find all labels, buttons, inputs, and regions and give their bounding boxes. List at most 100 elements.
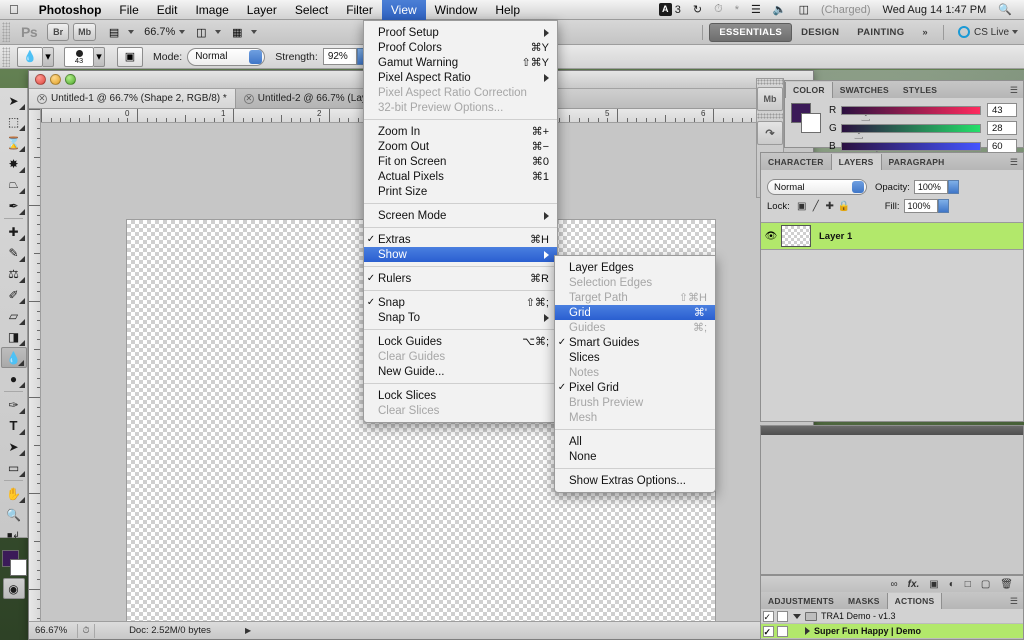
zoom-chevron-down-icon[interactable] [179, 30, 185, 34]
screen-mode-chevron-down-icon[interactable] [251, 30, 257, 34]
view-menu-item-gamut-warning[interactable]: Gamut Warning⇧⌘Y [364, 55, 557, 70]
action-toggle-checkbox[interactable]: ✓ [761, 626, 775, 637]
menu-select[interactable]: Select [286, 0, 337, 20]
chevron-down-icon[interactable] [793, 614, 801, 619]
layer-row[interactable]: 👁 Layer 1 [761, 222, 1023, 250]
fill-chevron-down-icon[interactable] [938, 199, 949, 213]
view-extras-chevron-down-icon[interactable] [128, 30, 134, 34]
green-slider[interactable] [841, 124, 981, 133]
action-set-row[interactable]: ✓ TRA1 Demo - v1.3 [761, 609, 1023, 624]
optionsbar-grip[interactable] [2, 47, 10, 67]
red-value-input[interactable]: 43 [987, 103, 1017, 117]
clone-stamp-tool[interactable]: ⚖ [1, 263, 27, 284]
fill-input[interactable]: 100% [904, 199, 938, 213]
marquee-tool[interactable]: ⬚ [1, 111, 27, 132]
close-icon[interactable]: ✕ [37, 94, 47, 104]
rectangle-tool[interactable]: ▭ [1, 457, 27, 478]
smudge-tool[interactable]: 💧 [1, 347, 27, 368]
battery-icon[interactable]: ◫ [793, 3, 815, 16]
path-selection-tool[interactable]: ➤ [1, 436, 27, 457]
show-submenu-item-grid[interactable]: Grid⌘' [555, 305, 715, 320]
view-menu-item-extras[interactable]: ✓Extras⌘H [364, 232, 557, 247]
show-submenu-item-pixel-grid[interactable]: ✓Pixel Grid [555, 380, 715, 395]
link-layers-icon[interactable]: ∞ [890, 579, 897, 590]
launch-bridge-button[interactable]: Br [47, 23, 69, 41]
brush-chevron-down-icon[interactable]: ▾ [94, 47, 105, 67]
type-tool[interactable]: T [1, 415, 27, 436]
view-menu-item-snap[interactable]: ✓Snap⇧⌘; [364, 295, 557, 310]
color-swatches[interactable] [1, 550, 27, 576]
blend-mode-select[interactable]: Normal [767, 179, 867, 195]
menu-photoshop[interactable]: Photoshop [30, 0, 111, 20]
spot-healing-brush-tool[interactable]: ✚ [1, 221, 27, 242]
lock-all-icon[interactable]: 🔒 [837, 199, 851, 213]
add-mask-icon[interactable]: ▣ [929, 579, 938, 590]
screen-mode-icon[interactable]: ▦ [227, 24, 247, 40]
dock-drag-handle[interactable] [761, 426, 1023, 435]
apple-menu-icon[interactable]:  [0, 3, 30, 16]
view-menu-item-lock-slices[interactable]: Lock Slices [364, 388, 557, 403]
menu-window[interactable]: Window [426, 0, 487, 20]
brush-panel-icon[interactable]: ▣ [117, 47, 143, 67]
view-menu-item-lock-guides[interactable]: Lock Guides⌥⌘; [364, 334, 557, 349]
lock-transparency-icon[interactable]: ▣ [795, 199, 809, 213]
tab-styles[interactable]: STYLES [896, 82, 944, 98]
appbar-zoom-level[interactable]: 66.7% [144, 26, 175, 38]
document-tab-untitled-1[interactable]: ✕ Untitled-1 @ 66.7% (Shape 2, RGB/8) * [29, 89, 236, 108]
tab-layers[interactable]: LAYERS [831, 154, 882, 170]
tab-adjustments[interactable]: ADJUSTMENTS [761, 593, 841, 609]
wifi-icon[interactable]: ☰ [745, 3, 767, 16]
blue-slider[interactable] [841, 142, 981, 151]
tab-actions[interactable]: ACTIONS [887, 593, 943, 609]
opacity-chevron-down-icon[interactable] [948, 180, 959, 194]
show-submenu-item-show-extras-options[interactable]: Show Extras Options... [555, 473, 715, 488]
fx-icon[interactable]: fx. [908, 579, 920, 590]
gradient-tool[interactable]: ◨ [1, 326, 27, 347]
history-panel-icon[interactable]: ↷ [757, 121, 783, 145]
action-row[interactable]: ✓ Super Fun Happy | Demo [761, 624, 1023, 639]
lasso-tool[interactable]: ⌛ [1, 132, 27, 153]
view-menu-item-zoom-in[interactable]: Zoom In⌘+ [364, 124, 557, 139]
view-menu-item-snap-to[interactable]: Snap To [364, 310, 557, 325]
blue-value-input[interactable]: 60 [987, 139, 1017, 153]
menu-image[interactable]: Image [186, 0, 237, 20]
tab-masks[interactable]: MASKS [841, 593, 887, 609]
show-submenu-item-slices[interactable]: Slices [555, 350, 715, 365]
view-menu-item-zoom-out[interactable]: Zoom Out⌘− [364, 139, 557, 154]
menu-file[interactable]: File [110, 0, 147, 20]
lock-position-icon[interactable]: ✚ [823, 199, 837, 213]
show-submenu-item-layer-edges[interactable]: Layer Edges [555, 260, 715, 275]
panel-grip[interactable] [757, 113, 783, 119]
speaker-icon[interactable]: 🔈 [767, 3, 793, 16]
crop-tool[interactable]: ⏢ [1, 174, 27, 195]
pen-tool[interactable]: ✑ [1, 394, 27, 415]
background-color-swatch[interactable] [801, 113, 821, 133]
workspace-painting[interactable]: PAINTING [848, 24, 913, 41]
view-menu-item-print-size[interactable]: Print Size [364, 184, 557, 199]
brush-preset-picker[interactable]: 43 [64, 47, 94, 67]
color-panel-swatches[interactable] [791, 103, 821, 133]
smudge-tool-icon[interactable]: 💧 [17, 47, 43, 67]
chevron-right-icon[interactable] [805, 627, 810, 635]
eraser-tool[interactable]: ▱ [1, 305, 27, 326]
view-menu-item-rulers[interactable]: ✓Rulers⌘R [364, 271, 557, 286]
sync-icon[interactable]: ↻ [687, 3, 708, 16]
adobe-status-icon[interactable]: A 3 [653, 3, 687, 16]
status-menu-arrow-icon[interactable]: ▶ [245, 626, 251, 635]
cs-live-button[interactable]: CS Live [950, 26, 1018, 38]
dodge-tool[interactable]: ● [1, 368, 27, 389]
move-tool[interactable]: ➤ [1, 90, 27, 111]
action-dialog-toggle[interactable] [775, 611, 789, 622]
view-menu-item-screen-mode[interactable]: Screen Mode [364, 208, 557, 223]
lock-image-icon[interactable]: ╱ [809, 199, 823, 213]
red-slider[interactable] [841, 106, 981, 115]
panel-menu-icon[interactable]: ☰ [1005, 594, 1023, 609]
bluetooth-icon[interactable]: * [729, 4, 745, 16]
zoom-tool[interactable]: 🔍 [1, 504, 27, 525]
delete-layer-icon[interactable]: 🗑 [1000, 579, 1013, 590]
menu-filter[interactable]: Filter [337, 0, 382, 20]
quick-mask-icon[interactable]: ◉ [3, 578, 25, 599]
tool-preset-chevron-down-icon[interactable]: ▾ [43, 47, 54, 67]
view-menu-item-show[interactable]: Show [364, 247, 557, 262]
new-group-icon[interactable]: □ [965, 579, 971, 590]
